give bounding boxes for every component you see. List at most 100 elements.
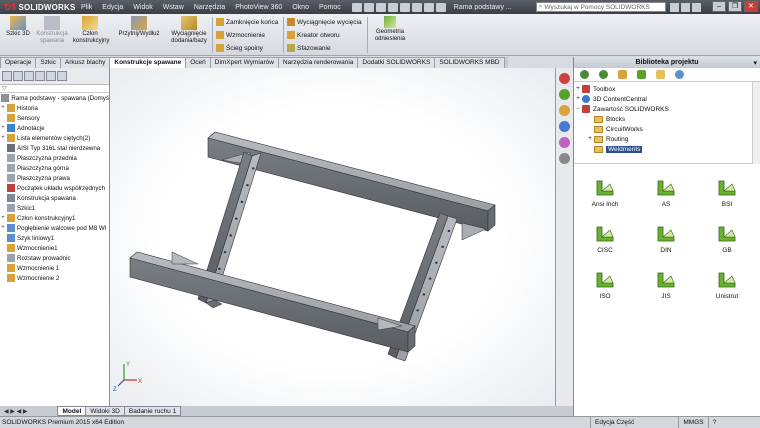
hole-wizard-button[interactable]: Kreator otworu xyxy=(287,31,340,39)
library-item[interactable]: GB xyxy=(702,224,752,254)
user-icon[interactable] xyxy=(680,2,690,12)
tree-item[interactable]: + Lista elementów ciętych(2) xyxy=(0,133,109,143)
menu-item-2[interactable]: Widok xyxy=(128,4,157,11)
options-icon[interactable] xyxy=(435,2,446,12)
tab-3[interactable]: Konstrukcje spawane xyxy=(109,57,187,68)
tree-scrollbar[interactable] xyxy=(752,82,760,164)
add-to-library-icon[interactable] xyxy=(637,70,646,79)
tab-7[interactable]: Dodatki SOLIDWORKS xyxy=(357,57,436,68)
app-logo[interactable]: ƊS SOLIDWORKS xyxy=(4,3,76,12)
tab-0[interactable]: Operacje xyxy=(0,57,37,68)
print-icon[interactable] xyxy=(387,2,398,12)
new-folder-icon[interactable] xyxy=(656,70,665,79)
tree-filter[interactable]: ▽ xyxy=(0,85,109,93)
library-item[interactable]: DIN xyxy=(641,224,691,254)
tree-item[interactable]: + Adnotacje xyxy=(0,123,109,133)
back-icon[interactable] xyxy=(580,70,589,79)
configuration-icon[interactable] xyxy=(24,71,34,81)
library-item[interactable]: BSI xyxy=(702,178,752,208)
appearances-icon[interactable] xyxy=(559,137,570,148)
tree-item[interactable]: Płaszczyzna przednia xyxy=(0,153,109,163)
tree-item[interactable]: Wzmocnienie1 xyxy=(0,243,109,253)
menu-item-1[interactable]: Edycja xyxy=(97,4,128,11)
tree-item[interactable]: Sensory xyxy=(0,113,109,123)
view-palette-icon[interactable] xyxy=(559,121,570,132)
expand-toggle[interactable]: + xyxy=(0,215,6,221)
end-cap-button[interactable]: Zamknięcie końca xyxy=(216,18,278,26)
bottom-tab-1[interactable]: Widoki 3D xyxy=(85,406,125,416)
minimize-button[interactable]: – xyxy=(712,1,726,12)
help-icon[interactable] xyxy=(691,2,701,12)
tree-item[interactable]: + Człon konstrukcyjny1 xyxy=(0,213,109,223)
tree-item[interactable]: Wzmocnienie 2 xyxy=(0,273,109,283)
tree-item[interactable]: + Pogłębienie walcowe pod M8 Wł xyxy=(0,223,109,233)
expand-toggle[interactable]: + xyxy=(574,86,582,92)
display-manager-icon[interactable] xyxy=(46,71,56,81)
weldment-button[interactable]: Konstrukcja spawana xyxy=(33,16,71,45)
menu-item-6[interactable]: Okno xyxy=(287,4,314,11)
expand-toggle[interactable]: + xyxy=(586,136,594,142)
custom-properties-icon[interactable] xyxy=(559,153,570,164)
gusset-button[interactable]: Wzmocnienie xyxy=(216,31,265,39)
extruded-boss-button[interactable]: Wyciągnięcie dodania/bazy xyxy=(166,16,212,45)
tab-4[interactable]: Oceń xyxy=(185,57,211,68)
library-tree-item[interactable]: CircuitWorks xyxy=(574,124,760,134)
tree-item[interactable]: Konstrukcja spawana xyxy=(0,193,109,203)
status-units[interactable]: MMGS xyxy=(678,416,707,428)
select-icon[interactable] xyxy=(411,2,422,12)
reference-geometry-button[interactable]: Geometria odniesienia xyxy=(370,16,410,43)
tree-item[interactable]: Początek układu współrzędnych xyxy=(0,183,109,193)
pin-icon[interactable]: ▾ xyxy=(753,58,757,69)
bottom-tab-2[interactable]: Badanie ruchu 1 xyxy=(123,406,182,416)
library-item[interactable]: Unistrut xyxy=(702,270,752,300)
graphics-area[interactable]: Y X Z xyxy=(110,68,555,406)
tree-item[interactable]: + Historia xyxy=(0,103,109,113)
chamfer-button[interactable]: Sfazowanie xyxy=(287,44,331,52)
library-tree-item[interactable]: + Routing xyxy=(574,134,760,144)
refresh-icon[interactable] xyxy=(675,70,684,79)
expand-toggle[interactable]: + xyxy=(0,225,6,231)
tree-item[interactable]: AISI Typ 316L stal nierdzewna xyxy=(0,143,109,153)
sw-resources-icon[interactable] xyxy=(559,73,570,84)
tree-item[interactable]: Szyk liniowy1 xyxy=(0,233,109,243)
tree-item[interactable]: Płaszczyzna prawa xyxy=(0,173,109,183)
undo-icon[interactable] xyxy=(399,2,410,12)
tab-6[interactable]: Narzędzia renderowania xyxy=(277,57,359,68)
forward-icon[interactable] xyxy=(599,70,608,79)
menu-item-4[interactable]: Narzędzia xyxy=(189,4,231,11)
expand-toggle[interactable]: + xyxy=(0,135,6,141)
expand-toggle[interactable]: − xyxy=(574,106,582,112)
expand-toggle[interactable]: + xyxy=(574,96,582,102)
tree-item[interactable]: Płaszczyzna górna xyxy=(0,163,109,173)
tree-item[interactable]: Szkic1 xyxy=(0,203,109,213)
save-icon[interactable] xyxy=(375,2,386,12)
feature-tree-icon[interactable] xyxy=(2,71,12,81)
search-go-icon[interactable] xyxy=(669,2,679,12)
rebuild-icon[interactable] xyxy=(423,2,434,12)
menu-item-5[interactable]: PhotoView 360 xyxy=(230,4,287,11)
library-tree-item[interactable]: +3D ContentCentral xyxy=(574,94,760,104)
tree-item[interactable]: Rama podstawy - spawana (Domyś xyxy=(0,93,109,103)
tab-1[interactable]: Szkic xyxy=(35,57,61,68)
add-location-icon[interactable] xyxy=(618,70,627,79)
tab-5[interactable]: DimXpert Wymiarów xyxy=(209,57,279,68)
weld-bead-button[interactable]: Ścieg spoiny xyxy=(216,44,263,52)
status-help[interactable]: ? xyxy=(707,416,721,428)
menu-item-3[interactable]: Wstaw xyxy=(158,4,189,11)
library-item[interactable]: ISO xyxy=(580,270,630,300)
library-item[interactable]: Ansi Inch xyxy=(580,178,630,208)
restore-button[interactable]: ❐ xyxy=(728,1,742,12)
expand-toggle[interactable]: + xyxy=(0,105,6,111)
library-tree-item[interactable]: + Toolbox xyxy=(574,84,760,94)
property-manager-icon[interactable] xyxy=(13,71,23,81)
library-item[interactable]: AS xyxy=(641,178,691,208)
new-icon[interactable] xyxy=(351,2,362,12)
tab-scroll-arrows[interactable]: ◀ ▶ ◀ ▶ xyxy=(4,408,27,415)
sketch-3d-button[interactable]: Szkic 3D xyxy=(3,16,33,38)
open-icon[interactable] xyxy=(363,2,374,12)
close-button[interactable]: ✕ xyxy=(744,1,758,12)
structural-member-button[interactable]: Człon konstrukcyjny xyxy=(73,16,109,45)
cam-icon[interactable] xyxy=(57,71,67,81)
library-item[interactable]: CISC xyxy=(580,224,630,254)
library-tree-item[interactable]: Blocks xyxy=(574,114,760,124)
